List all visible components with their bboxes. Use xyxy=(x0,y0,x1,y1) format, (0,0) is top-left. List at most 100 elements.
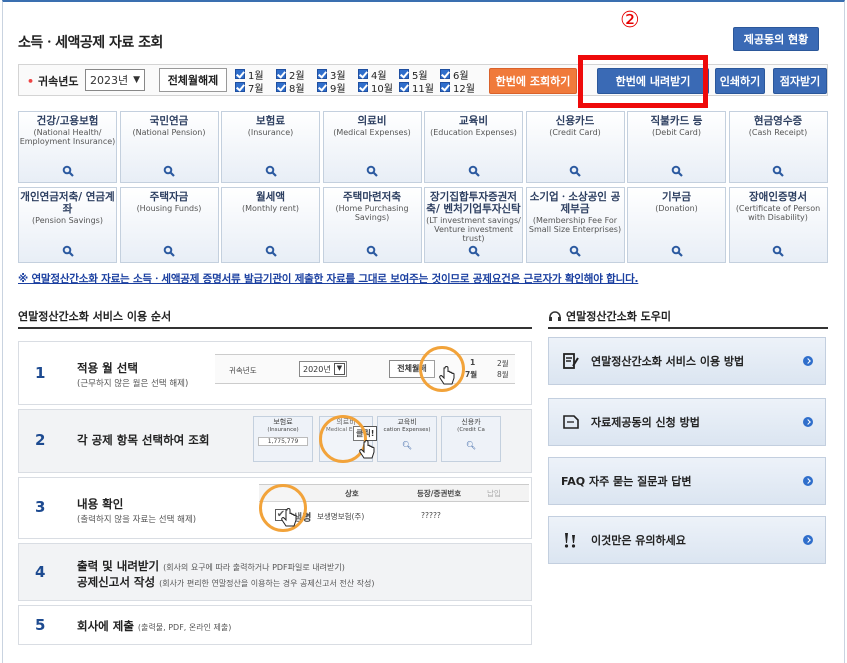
step-title: 출력 및 내려받기 (회사의 요구에 따라 출력하거나 PDF파일로 내려받기) xyxy=(77,559,345,573)
category-name: 소기업ㆍ소상공인 공제부금 xyxy=(529,191,621,215)
divider xyxy=(18,327,532,329)
step-title: 회사에 제출 (출력물, PDF, 온라인 제출) xyxy=(77,619,232,633)
category-card[interactable]: 현금영수증 (Cash Receipt) xyxy=(728,111,828,183)
month-checkbox[interactable]: 9월 xyxy=(317,81,358,95)
category-card[interactable]: 직불카드 등 (Debit Card) xyxy=(627,111,726,183)
category-name: 신용카드 xyxy=(555,115,595,127)
category-name-en: (Credit Card) xyxy=(549,128,601,137)
search-icon[interactable] xyxy=(569,165,581,177)
search-icon[interactable] xyxy=(62,245,74,257)
category-name-en: (Cash Receipt) xyxy=(748,128,808,137)
step-number: 2 xyxy=(35,431,46,449)
search-icon[interactable] xyxy=(265,165,277,177)
category-card[interactable]: 신용카드 (Credit Card) xyxy=(525,111,625,183)
category-name-en: (Education Expenses) xyxy=(430,128,517,137)
category-name: 건강/고용보험 xyxy=(36,115,99,127)
category-card[interactable]: 장애인증명서 (Certificate of Person with Disabi… xyxy=(728,187,828,263)
search-icon[interactable] xyxy=(366,245,378,257)
helper-usage-guide[interactable]: 연말정산간소화 서비스 이용 방법 xyxy=(548,337,826,385)
month-checkbox[interactable]: 3월 xyxy=(317,68,358,82)
search-icon[interactable] xyxy=(569,245,581,257)
category-name: 월세액 xyxy=(256,191,285,203)
category-card[interactable]: 건강/고용보험 (National Health/ Employment Insu… xyxy=(18,111,117,183)
category-card[interactable]: 주택마련저축 (Home Purchasing Savings) xyxy=(322,187,422,263)
arrow-right-icon xyxy=(803,535,813,545)
document-icon xyxy=(561,412,581,432)
month-checkbox[interactable]: 4월 xyxy=(358,68,399,82)
category-card[interactable]: 교육비 (Education Expenses) xyxy=(424,111,523,183)
month-checkbox[interactable]: 11월 xyxy=(399,81,440,95)
step-2-illustration: 보험료 (Insurance) 1,775,779 의료비 Medical Ex… xyxy=(249,416,529,466)
step-number: 5 xyxy=(35,616,46,634)
category-card[interactable]: 월세액 (Monthly rent) xyxy=(221,187,320,263)
category-name-en: (Insurance) xyxy=(247,128,294,137)
month-checkbox[interactable]: 7월 xyxy=(235,81,276,95)
helper-faq[interactable]: FAQ 자주 묻는 질문과 답변 xyxy=(548,457,826,505)
category-card[interactable]: 장기집합투자증권저축/ 벤처기업투자신탁 (LT investment savin… xyxy=(424,187,523,263)
page-title: 소득ㆍ세액공제 자료 조회 xyxy=(18,35,163,51)
category-card[interactable]: 의료비 (Medical Expenses) xyxy=(322,111,422,183)
category-card[interactable]: 주택자금 (Housing Funds) xyxy=(119,187,219,263)
search-icon[interactable] xyxy=(468,245,480,257)
step-1-illustration: 귀속년도 2020년 ▼ 전체월해 1 7월 2월 8월 xyxy=(215,354,515,384)
step-2: 2 각 공제 항목 선택하여 조회 보험료 (Insurance) 1,775,… xyxy=(18,409,532,473)
month-checkbox[interactable]: 6월 xyxy=(440,68,481,82)
illus-cell-education: 교육비 cation Expenses) 🔍︎ xyxy=(377,416,437,462)
step-title: 적용 월 선택 xyxy=(77,361,138,375)
helper-caution[interactable]: 이것만은 유의하세요 xyxy=(548,516,826,564)
month-checkbox[interactable]: 1월 xyxy=(235,68,276,82)
category-name-en: (Housing Funds) xyxy=(136,204,202,213)
category-name: 국민연금 xyxy=(149,115,189,127)
arrow-right-icon xyxy=(803,476,813,486)
category-name: 주택자금 xyxy=(149,191,189,203)
step-number: 4 xyxy=(35,563,46,581)
category-card[interactable]: 보험료 (Insurance) xyxy=(221,111,320,183)
category-name-en: (Membership Fee For Small Size Enterpris… xyxy=(528,216,622,234)
month-checkbox[interactable]: 8월 xyxy=(276,81,317,95)
print-button[interactable]: 인쇄하기 xyxy=(715,68,765,94)
month-checkboxes: 1월 2월 3월 4월 5월 6월 7월 8월 9월 10월 11월 12월 xyxy=(235,68,481,95)
helper-consent-guide[interactable]: 자료제공동의 신청 방법 xyxy=(548,398,826,446)
category-card[interactable]: 기부금 (Donation) xyxy=(627,187,726,263)
search-icon[interactable] xyxy=(62,165,74,177)
category-name: 직불카드 등 xyxy=(650,115,703,127)
hand-cursor-icon xyxy=(359,440,375,459)
illus-year-select: 2020년 ▼ xyxy=(299,361,347,377)
step-1: 1 적용 월 선택 (근무하지 않은 월은 선택 해제) 귀속년도 2020년 ▼… xyxy=(18,341,532,405)
search-icon[interactable] xyxy=(163,245,175,257)
month-checkbox[interactable]: 5월 xyxy=(399,68,440,82)
braille-button[interactable]: 점자받기 xyxy=(773,68,827,94)
exclamation-icon xyxy=(561,530,581,550)
helper-section-title: 연말정산간소화 도우미 xyxy=(548,308,671,324)
search-icon[interactable] xyxy=(163,165,175,177)
arrow-right-icon xyxy=(803,356,813,366)
search-icon[interactable] xyxy=(772,245,784,257)
deselect-all-button[interactable]: 전체월해제 xyxy=(159,68,227,92)
category-name-en: (Monthly rent) xyxy=(241,204,300,213)
category-card[interactable]: 국민연금 (National Pension) xyxy=(119,111,219,183)
search-icon[interactable] xyxy=(468,165,480,177)
step-number: 1 xyxy=(35,364,46,382)
category-name-en: (Pension Savings) xyxy=(32,216,103,225)
search-icon[interactable] xyxy=(671,245,683,257)
category-card[interactable]: 소기업ㆍ소상공인 공제부금 (Membership Fee For Small S… xyxy=(525,187,625,263)
month-checkbox[interactable]: 2월 xyxy=(276,68,317,82)
month-checkbox[interactable]: 12월 xyxy=(440,81,481,95)
category-name-en: (Medical Expenses) xyxy=(333,128,411,137)
search-icon[interactable] xyxy=(772,165,784,177)
month-checkbox[interactable]: 10월 xyxy=(358,81,399,95)
illus-cell-credit: 신용카 (Credit Ca 🔍︎ xyxy=(441,416,501,462)
consent-status-button[interactable]: 제공동의 현황 xyxy=(733,27,819,51)
search-icon[interactable] xyxy=(265,245,277,257)
category-name: 교육비 xyxy=(459,115,488,127)
divider xyxy=(548,327,828,329)
steps-section-title: 연말정산간소화 서비스 이용 순서 xyxy=(18,310,172,323)
category-card[interactable]: 개인연금저축/ 연금계좌 (Pension Savings) xyxy=(18,187,117,263)
search-icon[interactable] xyxy=(671,165,683,177)
query-once-button[interactable]: 한번에 조회하기 xyxy=(489,68,577,94)
step-title: 각 공제 항목 선택하여 조회 xyxy=(77,433,210,447)
year-select[interactable]: 2023년 ▼ xyxy=(85,69,145,91)
step-number: 3 xyxy=(35,498,46,516)
search-icon[interactable] xyxy=(366,165,378,177)
category-name-en: (Debit Card) xyxy=(651,128,702,137)
